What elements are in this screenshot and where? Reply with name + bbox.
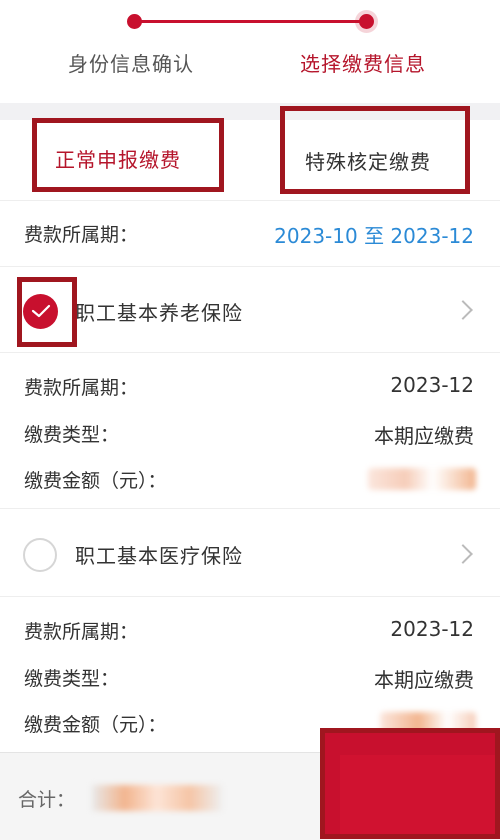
item-name: 职工基本医疗保险: [75, 544, 243, 568]
item-name: 职工基本养老保险: [75, 301, 243, 325]
item-1-amount-label: 缴费金额（元）：: [24, 470, 167, 492]
total-label: 合计：: [18, 789, 76, 811]
tab-special-label: 特殊核定缴费: [305, 150, 431, 174]
chevron-right-icon: [453, 300, 473, 320]
checkbox-highlight: [17, 277, 77, 347]
checkbox-unchecked-icon[interactable]: [23, 538, 57, 572]
item-2-amount-label: 缴费金额（元）：: [24, 714, 167, 736]
period-value: 2023-10 至 2023-12: [274, 224, 474, 248]
step-1-label: 身份信息确认: [68, 52, 194, 76]
progress-stepper: 身份信息确认 选择缴费信息: [0, 0, 500, 100]
period-label: 费款所属期：: [24, 224, 139, 246]
total-amount-redacted: [92, 785, 222, 811]
tab-normal-label: 正常申报缴费: [55, 148, 181, 172]
pay-button-highlight: [320, 728, 500, 839]
step-1-dot: [127, 14, 142, 29]
item-2-period-value: 2023-12: [390, 617, 474, 641]
item-2-type-label: 缴费类型：: [24, 668, 120, 690]
item-2-period-label: 费款所属期：: [24, 621, 139, 643]
item-1-amount-redacted: [368, 468, 476, 490]
item-2-type-value: 本期应缴费: [374, 668, 474, 692]
item-1-type-label: 缴费类型：: [24, 424, 120, 446]
step-2-dot: [355, 10, 378, 33]
item-1-type-value: 本期应缴费: [374, 424, 474, 448]
insurance-item-medical[interactable]: 职工基本医疗保险: [0, 510, 500, 594]
payment-type-tabs: 正常申报缴费 特殊核定缴费: [0, 106, 500, 200]
stepper-line: [135, 20, 367, 23]
chevron-right-icon: [453, 544, 473, 564]
item-1-period-label: 费款所属期：: [24, 377, 139, 399]
divider: [0, 200, 500, 201]
divider: [0, 508, 500, 509]
step-2-label: 选择缴费信息: [300, 52, 426, 76]
item-1-period-value: 2023-12: [390, 373, 474, 397]
